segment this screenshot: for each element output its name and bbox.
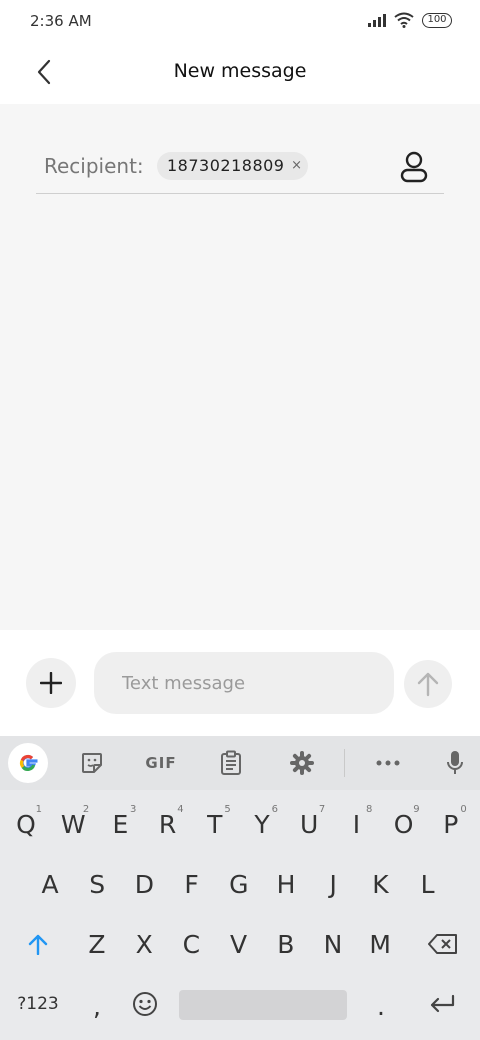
signal-icon <box>368 13 386 27</box>
key-hint: 1 <box>35 804 42 815</box>
key-hint: 5 <box>224 804 231 815</box>
key-a[interactable]: A <box>30 858 70 910</box>
symbols-key[interactable]: ?123 <box>10 978 66 1030</box>
arrow-up-icon <box>417 672 439 697</box>
key-hint: 8 <box>366 804 373 815</box>
key-q[interactable]: Q1 <box>6 798 46 850</box>
key-k[interactable]: K <box>360 858 400 910</box>
send-button[interactable] <box>404 660 452 708</box>
key-n[interactable]: N <box>313 918 353 970</box>
key-h[interactable]: H <box>266 858 306 910</box>
key-l[interactable]: L <box>408 858 448 910</box>
plus-icon <box>40 672 62 694</box>
key-b[interactable]: B <box>266 918 306 970</box>
key-p[interactable]: P0 <box>431 798 471 850</box>
status-time: 2:36 AM <box>30 12 92 30</box>
key-hint: 2 <box>82 804 90 815</box>
recipient-number: 18730218809 <box>167 156 285 175</box>
message-thread-area: Recipient: 18730218809 × <box>0 104 480 630</box>
key-hint: 7 <box>318 804 326 815</box>
status-bar: 2:36 AM 100 <box>0 0 480 44</box>
sticker-icon <box>82 753 102 773</box>
keyboard-toolbar: GIF <box>0 736 480 790</box>
backspace-key[interactable] <box>420 918 466 970</box>
shift-icon <box>28 934 48 955</box>
key-t[interactable]: T5 <box>195 798 235 850</box>
compose-bar <box>0 630 480 736</box>
key-v[interactable]: V <box>219 918 259 970</box>
person-icon <box>400 151 428 183</box>
app-header: New message <box>0 44 480 104</box>
key-s[interactable]: S <box>77 858 117 910</box>
key-z[interactable]: Z <box>77 918 117 970</box>
key-hint: 3 <box>130 804 137 815</box>
keyboard: G I F Q 1 W 2 E 3 R 4 T 5 Y 6 U 7 I 8 O 9 … <box>0 736 480 1040</box>
google-icon <box>20 754 38 772</box>
key-label: T <box>207 809 223 839</box>
gif-label: GIF <box>145 754 177 772</box>
key-hint: 6 <box>271 804 278 815</box>
key-o[interactable]: O9 <box>384 798 424 850</box>
key-y[interactable]: Y6 <box>242 798 282 850</box>
clipboard-button[interactable] <box>213 746 249 780</box>
key-c[interactable]: C <box>171 918 211 970</box>
settings-button[interactable] <box>284 746 320 780</box>
key-label: O <box>393 809 414 839</box>
recipient-field[interactable]: Recipient: 18730218809 × <box>36 144 444 194</box>
key-label: U <box>300 809 319 839</box>
key-r[interactable]: R4 <box>148 798 188 850</box>
key-label: P <box>443 809 459 839</box>
key-hint: 9 <box>413 804 420 815</box>
key-label: E <box>112 809 129 839</box>
sticker-button[interactable] <box>74 746 110 780</box>
key-m[interactable]: M <box>360 918 400 970</box>
more-icon <box>376 760 400 766</box>
comma-key[interactable]: , <box>78 980 116 1032</box>
remove-recipient-button[interactable]: × <box>291 152 302 180</box>
key-f[interactable]: F <box>172 858 212 910</box>
key-d[interactable]: D <box>124 858 164 910</box>
key-hint: 4 <box>177 804 184 815</box>
mic-icon <box>447 751 463 774</box>
message-input[interactable] <box>94 652 394 714</box>
key-i[interactable]: I8 <box>336 798 376 850</box>
more-button[interactable] <box>370 746 406 780</box>
key-label: Y <box>254 809 270 839</box>
attach-button[interactable] <box>26 658 76 708</box>
enter-icon <box>430 994 455 1013</box>
key-label: I <box>352 809 361 839</box>
backspace-icon <box>428 934 457 954</box>
emoji-icon <box>133 992 157 1016</box>
emoji-key[interactable] <box>125 978 165 1030</box>
shift-key[interactable] <box>18 918 58 970</box>
key-w[interactable]: W2 <box>53 798 93 850</box>
clipboard-icon <box>221 750 241 775</box>
wifi-icon <box>394 12 414 28</box>
space-key[interactable] <box>179 990 347 1020</box>
battery-indicator: 100 <box>422 12 452 28</box>
gear-icon <box>290 751 314 775</box>
status-icons: 100 <box>368 12 452 28</box>
recipient-label: Recipient: <box>44 154 144 178</box>
enter-key[interactable] <box>420 978 464 1030</box>
key-j[interactable]: J <box>313 858 353 910</box>
recipient-chip[interactable]: 18730218809 × <box>157 152 309 180</box>
key-label: Q <box>16 809 36 839</box>
period-key[interactable]: . <box>362 980 400 1032</box>
key-hint: 0 <box>460 804 467 815</box>
key-x[interactable]: X <box>124 918 164 970</box>
voice-input-button[interactable] <box>437 746 473 780</box>
key-g[interactable]: G <box>219 858 259 910</box>
key-e[interactable]: E3 <box>100 798 140 850</box>
key-u[interactable]: U7 <box>289 798 329 850</box>
toolbar-divider <box>344 749 345 777</box>
google-button[interactable] <box>8 743 48 783</box>
key-label: R <box>158 809 177 839</box>
gif-button[interactable]: GIF <box>138 746 184 780</box>
page-title: New message <box>173 60 307 82</box>
contacts-button[interactable] <box>398 150 430 184</box>
